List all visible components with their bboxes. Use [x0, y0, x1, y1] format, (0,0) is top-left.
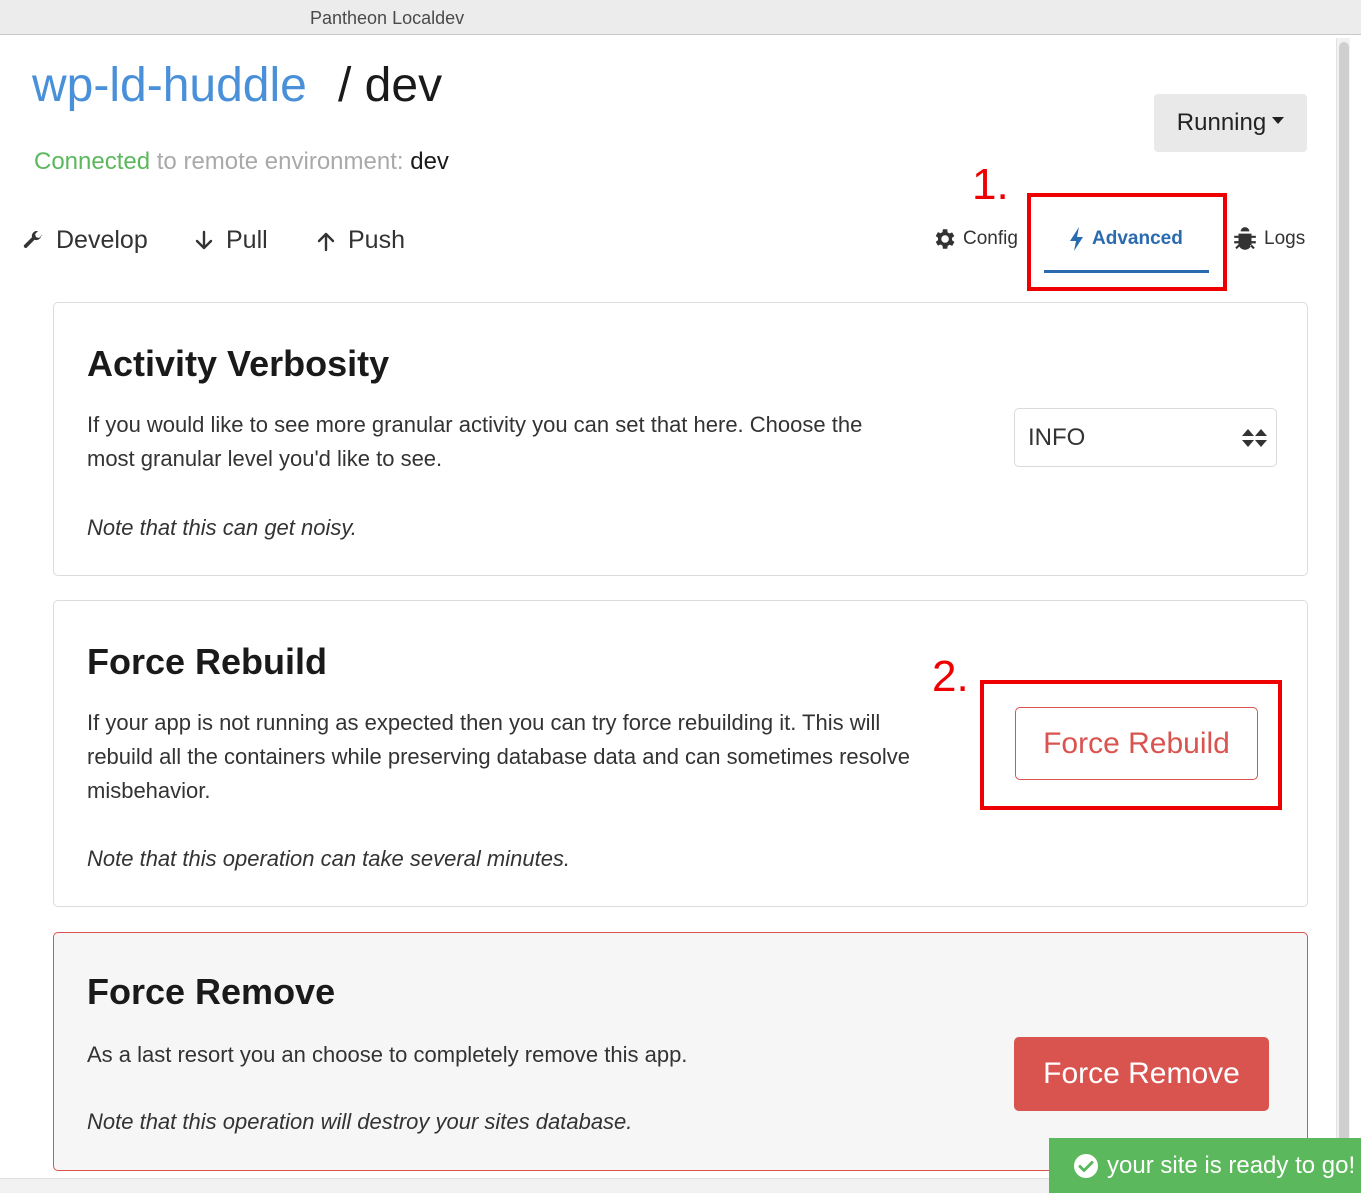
running-state-label: Running	[1176, 109, 1267, 136]
connection-status: Connected to remote environment: dev	[34, 148, 449, 176]
select-arrows-icon	[1242, 429, 1267, 447]
tab-config-label: Config	[963, 228, 1018, 249]
tab-logs[interactable]: Logs	[1232, 226, 1305, 252]
force-remove-button[interactable]: Force Remove	[1014, 1037, 1269, 1111]
bug-icon	[1234, 227, 1256, 250]
success-toast[interactable]: your site is ready to go!	[1049, 1138, 1361, 1193]
tab-logs-label: Logs	[1264, 228, 1306, 249]
description-line: most granular level you'd like to see.	[87, 446, 443, 471]
app-name: wp-ld-huddle	[32, 59, 307, 112]
environment-name: / dev	[338, 59, 443, 112]
verbosity-select-value: INFO	[1028, 423, 1086, 451]
nav-develop-label: Develop	[56, 226, 148, 254]
arrow-up-icon	[317, 232, 335, 251]
annotation-box-rebuild-button	[980, 680, 1282, 810]
card-title: Force Remove	[87, 971, 336, 1012]
nav-push[interactable]: Push	[316, 226, 405, 255]
nav-push-label: Push	[348, 226, 405, 254]
annotation-step-1: 1.	[972, 160, 1009, 209]
scrollbar-thumb[interactable]	[1339, 42, 1349, 1162]
annotation-box-advanced-tab	[1027, 193, 1227, 291]
card-title: Force Rebuild	[87, 641, 328, 682]
wrench-icon	[23, 230, 43, 248]
status-text: to remote environment:	[150, 148, 411, 175]
nav-develop[interactable]: Develop	[22, 226, 148, 255]
description-line: rebuild all the containers while preserv…	[87, 744, 911, 769]
annotation-step-2: 2.	[932, 652, 969, 701]
description-line: If your app is not running as expected t…	[87, 710, 881, 735]
description-line: If you would like to see more granular a…	[87, 412, 863, 437]
nav-pull-label: Pull	[226, 226, 268, 254]
card-description: If your app is not running as expected t…	[87, 706, 910, 808]
check-circle-icon	[1074, 1153, 1098, 1178]
description-line: misbehavior.	[87, 778, 211, 803]
caret-down-icon	[1272, 116, 1285, 124]
vertical-scrollbar[interactable]	[1336, 38, 1350, 1178]
card-activity-verbosity: Activity Verbosity If you would like to …	[53, 302, 1308, 576]
gear-icon	[935, 229, 955, 249]
arrow-down-icon	[195, 230, 213, 249]
running-state-dropdown[interactable]: Running	[1154, 94, 1307, 152]
status-connected: Connected	[34, 148, 151, 175]
toast-message: your site is ready to go!	[1107, 1151, 1356, 1179]
verbosity-select[interactable]: INFO	[1014, 408, 1277, 467]
card-note: Note that this can get noisy.	[87, 515, 357, 540]
card-description: If you would like to see more granular a…	[87, 408, 862, 476]
window-titlebar: Pantheon Localdev	[0, 0, 1361, 35]
card-note: Note that this operation can take severa…	[87, 846, 571, 871]
card-title: Activity Verbosity	[87, 343, 390, 384]
card-force-remove: Force Remove As a last resort you an cho…	[53, 932, 1308, 1171]
tab-config[interactable]: Config	[931, 226, 1018, 252]
status-env: dev	[410, 148, 449, 175]
card-description: As a last resort you an choose to comple…	[87, 1042, 688, 1067]
nav-pull[interactable]: Pull	[194, 226, 268, 255]
window-title: Pantheon Localdev	[310, 8, 465, 28]
card-note: Note that this operation will destroy yo…	[87, 1109, 633, 1134]
